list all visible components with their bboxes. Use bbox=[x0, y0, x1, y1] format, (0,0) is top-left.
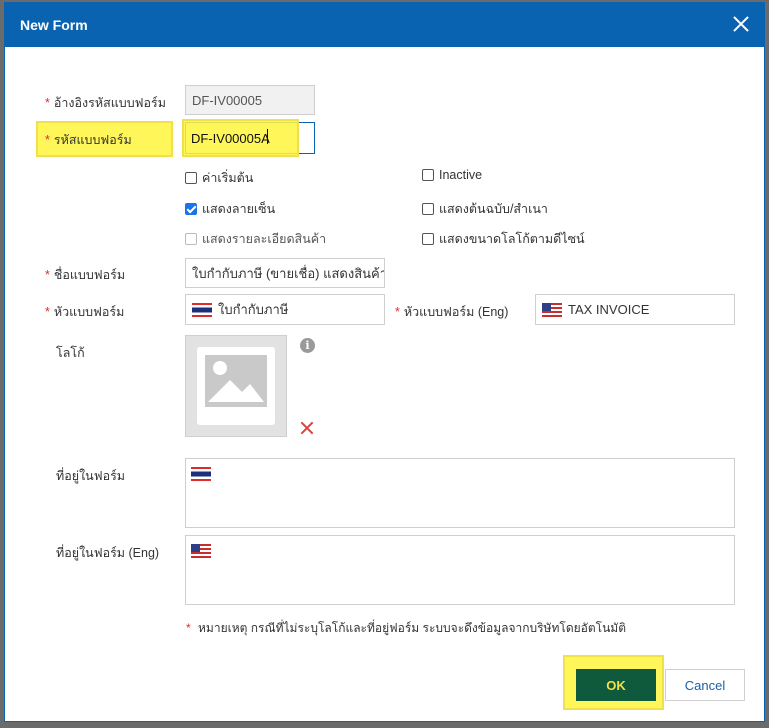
checkbox-show-signature-label: แสดงลายเซ็น bbox=[202, 202, 276, 216]
checkbox-show-logo-by-design-label: แสดงขนาดโลโก้ตามดีไซน์ bbox=[439, 232, 585, 246]
checkbox-inactive[interactable]: Inactive bbox=[422, 168, 482, 182]
text-cursor bbox=[267, 129, 268, 144]
checkbox-show-original-copy[interactable]: แสดงต้นฉบับ/สำเนา bbox=[422, 199, 548, 219]
ref-code-value: DF-IV00005 bbox=[192, 92, 263, 108]
us-flag-icon bbox=[191, 544, 211, 558]
us-flag-icon bbox=[542, 302, 562, 317]
checkbox-default-box[interactable] bbox=[185, 172, 197, 184]
form-name-input[interactable]: ใบกำกับภาษี (ขายเชื่อ) แสดงสินค้า bbox=[185, 258, 385, 288]
checkbox-show-logo-by-design-box[interactable] bbox=[422, 233, 434, 245]
logo-label: โลโก้ bbox=[56, 346, 85, 360]
header-label: * หัวแบบฟอร์ม bbox=[45, 302, 124, 322]
header-eng-label: * หัวแบบฟอร์ม (Eng) bbox=[395, 302, 508, 322]
form-code-label-text: รหัสแบบฟอร์ม bbox=[53, 133, 132, 147]
required-mark: * bbox=[45, 268, 50, 282]
header-value: ใบกำกับภาษี bbox=[218, 302, 289, 317]
close-icon[interactable] bbox=[730, 13, 752, 35]
ref-code-label-text: อ้างอิงรหัสแบบฟอร์ม bbox=[53, 96, 166, 110]
ref-code-label: * อ้างอิงรหัสแบบฟอร์ม bbox=[45, 93, 166, 113]
header-label-text: หัวแบบฟอร์ม bbox=[53, 305, 125, 319]
checkbox-inactive-box[interactable] bbox=[422, 169, 434, 181]
checkbox-show-signature-box[interactable] bbox=[185, 203, 197, 215]
form-code-label: * รหัสแบบฟอร์ม bbox=[45, 130, 132, 150]
required-mark: * bbox=[45, 133, 50, 147]
checkbox-show-logo-by-design[interactable]: แสดงขนาดโลโก้ตามดีไซน์ bbox=[422, 229, 585, 249]
checkbox-show-item-detail-box bbox=[185, 233, 197, 245]
form-name-value: ใบกำกับภาษี (ขายเชื่อ) แสดงสินค้า bbox=[192, 265, 385, 281]
header-eng-value: TAX INVOICE bbox=[568, 302, 650, 317]
logo-upload[interactable] bbox=[185, 335, 287, 437]
header-eng-label-text: หัวแบบฟอร์ม (Eng) bbox=[403, 305, 509, 319]
address-textarea[interactable] bbox=[185, 458, 735, 528]
ref-code-field: DF-IV00005 bbox=[185, 85, 315, 115]
checkbox-show-item-detail: แสดงรายละเอียดสินค้า bbox=[185, 229, 326, 249]
image-placeholder-icon bbox=[197, 347, 275, 425]
dialog-title: New Form bbox=[20, 17, 88, 33]
note-text: * หมายเหตุ กรณีที่ไม่ระบุโลโก้และที่อยู่… bbox=[186, 619, 626, 638]
info-icon[interactable]: i bbox=[300, 338, 315, 353]
checkbox-inactive-label: Inactive bbox=[439, 168, 483, 182]
required-mark: * bbox=[45, 96, 50, 110]
address-eng-textarea[interactable] bbox=[185, 535, 735, 605]
remove-icon[interactable] bbox=[299, 420, 315, 436]
checkbox-default[interactable]: ค่าเริ่มต้น bbox=[185, 168, 253, 188]
header-input[interactable]: ใบกำกับภาษี bbox=[185, 294, 385, 325]
note-mark: * bbox=[186, 621, 191, 635]
header-eng-input[interactable]: TAX INVOICE bbox=[535, 294, 735, 325]
checkbox-default-label: ค่าเริ่มต้น bbox=[202, 171, 254, 185]
form-name-label-text: ชื่อแบบฟอร์ม bbox=[53, 268, 126, 282]
cancel-button[interactable]: Cancel bbox=[665, 669, 745, 701]
dialog-titlebar: New Form bbox=[5, 3, 764, 47]
thai-flag-icon bbox=[192, 302, 212, 317]
checkbox-show-original-copy-box[interactable] bbox=[422, 203, 434, 215]
checkbox-show-item-detail-label: แสดงรายละเอียดสินค้า bbox=[202, 232, 327, 246]
required-mark: * bbox=[395, 305, 400, 319]
form-code-value: DF-IV00005A bbox=[191, 131, 270, 146]
required-mark: * bbox=[45, 305, 50, 319]
form-name-label: * ชื่อแบบฟอร์ม bbox=[45, 265, 125, 285]
address-label: ที่อยู่ในฟอร์ม bbox=[56, 469, 126, 483]
checkbox-show-signature[interactable]: แสดงลายเซ็น bbox=[185, 199, 275, 219]
checkbox-show-original-copy-label: แสดงต้นฉบับ/สำเนา bbox=[439, 202, 548, 216]
thai-flag-icon bbox=[191, 467, 211, 481]
address-eng-label: ที่อยู่ในฟอร์ม (Eng) bbox=[56, 546, 160, 560]
note-body: หมายเหตุ กรณีที่ไม่ระบุโลโก้และที่อยู่ฟอ… bbox=[198, 621, 627, 635]
ok-button[interactable]: OK bbox=[576, 669, 656, 701]
